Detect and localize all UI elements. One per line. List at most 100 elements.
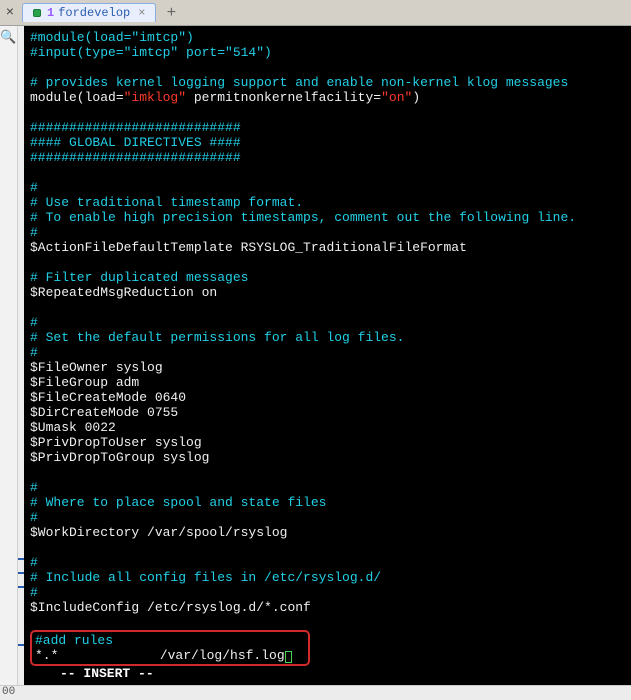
code-token: $FileOwner syslog (30, 360, 163, 375)
code-token: $ActionFileDefaultTemplate RSYSLOG_Tradi… (30, 240, 467, 255)
code-line: $RepeatedMsgReduction on (30, 285, 625, 300)
code-token: $PrivDropToUser syslog (30, 435, 202, 450)
code-line: ########################### (30, 150, 625, 165)
code-line: $WorkDirectory /var/spool/rsyslog (30, 525, 625, 540)
code-token: # Filter duplicated messages (30, 270, 248, 285)
code-line: *.* /var/log/hsf.log (35, 648, 305, 663)
code-line: # (30, 585, 625, 600)
cursor (285, 651, 292, 663)
search-icon[interactable]: 🔍 (0, 30, 16, 45)
ruler-mark (18, 572, 24, 574)
code-line: # (30, 510, 625, 525)
code-line: # (30, 480, 625, 495)
code-token: # Include all config files in /etc/rsysl… (30, 570, 381, 585)
code-line (30, 300, 625, 315)
code-line: # Filter duplicated messages (30, 270, 625, 285)
code-line: # Use traditional timestamp format. (30, 195, 625, 210)
code-line: # Set the default permissions for all lo… (30, 330, 625, 345)
code-line (30, 255, 625, 270)
code-line: -- INSERT -- (30, 666, 625, 681)
code-token: $Umask 0022 (30, 420, 116, 435)
tab-close-icon[interactable]: × (138, 6, 145, 20)
code-line (30, 60, 625, 75)
editor-area[interactable]: #module(load="imtcp")#input(type="imtcp"… (24, 26, 631, 685)
code-token: ) (412, 90, 420, 105)
tab-status-dot (33, 9, 41, 17)
code-line: ########################### (30, 120, 625, 135)
code-line: $PrivDropToUser syslog (30, 435, 625, 450)
code-token: permitnonkernelfacility= (186, 90, 381, 105)
code-token: # Where to place spool and state files (30, 495, 326, 510)
code-token: # provides kernel logging support and en… (30, 75, 568, 90)
code-token: # (30, 480, 38, 495)
code-line: # Where to place spool and state files (30, 495, 625, 510)
tab-add-button[interactable]: + (160, 4, 182, 22)
code-line: # (30, 555, 625, 570)
code-line: $FileGroup adm (30, 375, 625, 390)
code-token: # To enable high precision timestamps, c… (30, 210, 576, 225)
code-line: # provides kernel logging support and en… (30, 75, 625, 90)
code-line: # To enable high precision timestamps, c… (30, 210, 625, 225)
code-token: # (30, 555, 38, 570)
code-token: #add rules (35, 633, 113, 648)
code-token: # (30, 510, 38, 525)
code-line: $IncludeConfig /etc/rsyslog.d/*.conf (30, 600, 625, 615)
code-token: $FileGroup adm (30, 375, 139, 390)
code-token: "on" (381, 90, 412, 105)
code-token: # (30, 180, 38, 195)
code-line (30, 465, 625, 480)
code-token: ########################### (30, 150, 241, 165)
code-token: #### GLOBAL DIRECTIVES #### (30, 135, 241, 150)
code-token: # Set the default permissions for all lo… (30, 330, 404, 345)
code-token: #module(load="imtcp") (30, 30, 194, 45)
code-line: #### GLOBAL DIRECTIVES #### (30, 135, 625, 150)
code-token: $RepeatedMsgReduction on (30, 285, 217, 300)
code-line: $Umask 0022 (30, 420, 625, 435)
code-token: module(load= (30, 90, 124, 105)
code-token: $FileCreateMode 0640 (30, 390, 186, 405)
tab-fordevelop[interactable]: 1 fordevelop × (22, 3, 156, 22)
code-line: $FileCreateMode 0640 (30, 390, 625, 405)
code-token: "imklog" (124, 90, 186, 105)
status-text: 00 (2, 686, 15, 698)
code-line: # (30, 315, 625, 330)
code-line: # (30, 225, 625, 240)
code-line: $PrivDropToGroup syslog (30, 450, 625, 465)
code-token: #input(type="imtcp" port="514") (30, 45, 272, 60)
ruler-mark (18, 558, 24, 560)
highlighted-rules-box: #add rules*.* /var/log/hsf.log (30, 630, 310, 666)
code-token: # Use traditional timestamp format. (30, 195, 303, 210)
code-line (30, 615, 625, 630)
code-line: # (30, 345, 625, 360)
code-line: #input(type="imtcp" port="514") (30, 45, 625, 60)
code-token: *.* /var/log/hsf.log (35, 648, 285, 663)
code-line: $FileOwner syslog (30, 360, 625, 375)
ruler-mark (18, 586, 24, 588)
status-bar: 00 (0, 685, 631, 700)
code-line: # (30, 180, 625, 195)
code-token: $IncludeConfig /etc/rsyslog.d/*.conf (30, 600, 311, 615)
code-line: #module(load="imtcp") (30, 30, 625, 45)
tab-title: fordevelop (58, 6, 130, 20)
code-line: # Include all config files in /etc/rsysl… (30, 570, 625, 585)
code-token: $PrivDropToGroup syslog (30, 450, 209, 465)
code-line: $ActionFileDefaultTemplate RSYSLOG_Tradi… (30, 240, 625, 255)
code-line: #add rules (35, 633, 305, 648)
code-token: ########################### (30, 120, 241, 135)
code-token: # (30, 225, 38, 240)
code-token: # (30, 345, 38, 360)
code-token: # (30, 585, 38, 600)
code-line: module(load="imklog" permitnonkernelfaci… (30, 90, 625, 105)
code-line (30, 540, 625, 555)
code-token: $DirCreateMode 0755 (30, 405, 178, 420)
code-line: $DirCreateMode 0755 (30, 405, 625, 420)
gutter: 🔍 (0, 26, 18, 685)
vim-mode-indicator: -- INSERT -- (30, 666, 154, 681)
ruler-mark (18, 644, 24, 646)
tabbar-close-button[interactable]: × (0, 5, 20, 21)
tab-number: 1 (47, 6, 54, 20)
code-line (30, 105, 625, 120)
code-token: $WorkDirectory /var/spool/rsyslog (30, 525, 287, 540)
code-line (30, 165, 625, 180)
tab-bar: × 1 fordevelop × + (0, 0, 631, 26)
